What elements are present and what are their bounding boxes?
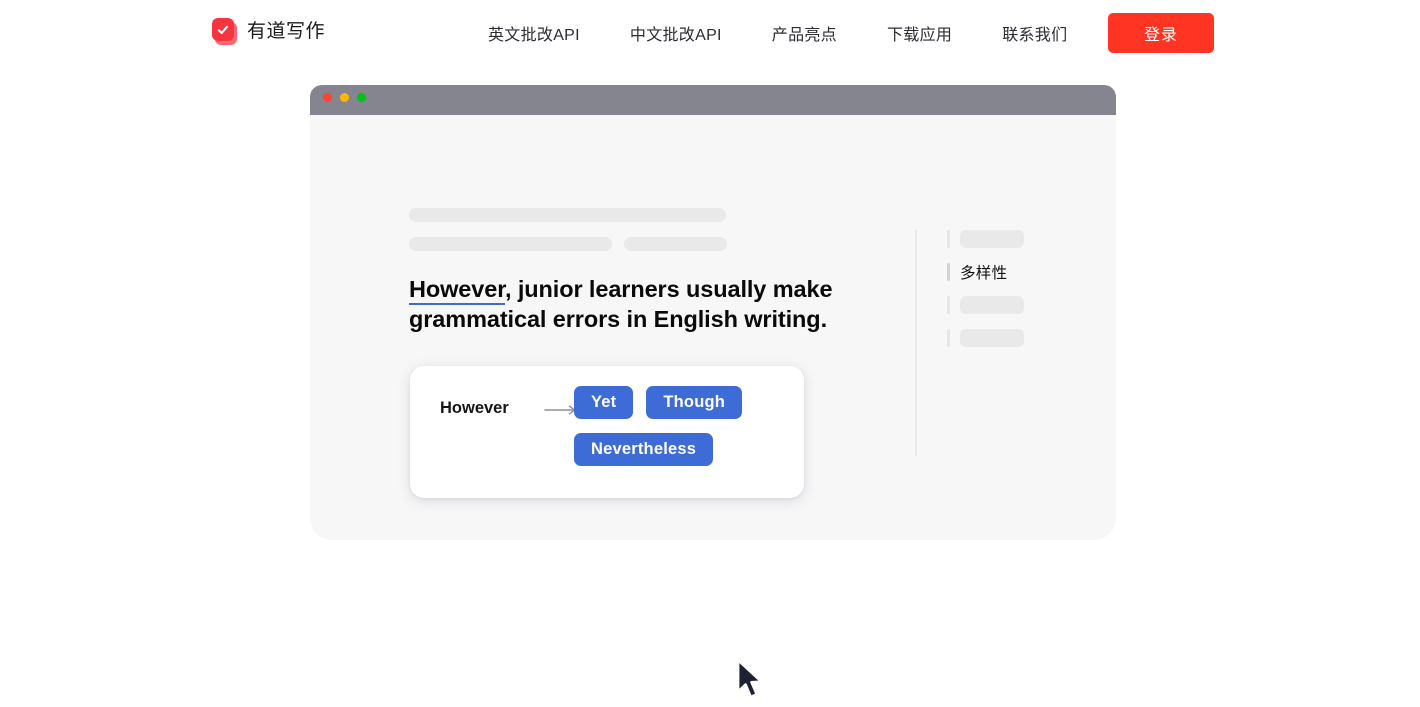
sidebar-item-placeholder [960,329,1024,347]
check-badge-icon [212,18,238,46]
placeholder-line [624,237,727,251]
mouse-pointer-icon [735,658,765,702]
placeholder-line [409,237,612,251]
mockup-titlebar [310,85,1116,117]
mockup-body: However, junior learners usually make gr… [310,115,1116,540]
brand-name: 有道写作 [247,18,325,46]
document-sentence: However, junior learners usually make gr… [409,274,879,334]
nav-item-download-app[interactable]: 下载应用 [887,21,952,45]
arrow-right-icon [544,403,578,417]
placeholder-line [409,208,726,222]
sidebar-item-indicator [947,296,950,314]
minimize-dot-icon[interactable] [340,93,349,102]
nav-item-chinese-api[interactable]: 中文批改API [630,21,722,45]
suggestion-chip-though[interactable]: Though [646,386,742,419]
login-button[interactable]: 登录 [1108,13,1214,53]
nav-item-contact-us[interactable]: 联系我们 [1002,21,1067,45]
sidebar-item-placeholder [960,296,1024,314]
close-dot-icon[interactable] [323,93,332,102]
suggestion-source-word: However [440,399,509,418]
sidebar-item-diversity[interactable]: 多样性 [947,261,1047,283]
suggestion-chip-yet[interactable]: Yet [574,386,633,419]
sidebar-item-indicator [947,329,950,347]
sidebar-item-placeholder [960,230,1024,248]
sidebar-item-label: 多样性 [960,261,1007,283]
placeholder-line-group [409,237,889,251]
sidebar-item-4[interactable] [947,327,1047,349]
brand-logo-link[interactable]: 有道写作 [212,18,325,46]
suggestion-chip-list: Yet Though Nevertheless [574,386,790,466]
document-editor: However, junior learners usually make gr… [409,208,889,334]
panel-divider [915,230,917,456]
browser-mockup: However, junior learners usually make gr… [310,85,1116,540]
maximize-dot-icon[interactable] [357,93,366,102]
window-controls [323,93,366,102]
suggestion-popup: However Yet Though Nevertheless [410,366,804,498]
site-header: 有道写作 英文批改API 中文批改API 产品亮点 下载应用 联系我们 登录 [0,0,1420,66]
highlighted-word[interactable]: However [409,276,505,305]
nav-item-product-highlights[interactable]: 产品亮点 [772,21,837,45]
sidebar-item-indicator [947,263,950,281]
issue-sidebar: 多样性 [947,228,1047,360]
suggestion-chip-nevertheless[interactable]: Nevertheless [574,433,713,466]
sidebar-item-1[interactable] [947,228,1047,250]
nav-item-english-api[interactable]: 英文批改API [488,21,580,45]
sidebar-item-indicator [947,230,950,248]
sidebar-item-3[interactable] [947,294,1047,316]
main-nav: 英文批改API 中文批改API 产品亮点 下载应用 联系我们 [488,21,1067,45]
